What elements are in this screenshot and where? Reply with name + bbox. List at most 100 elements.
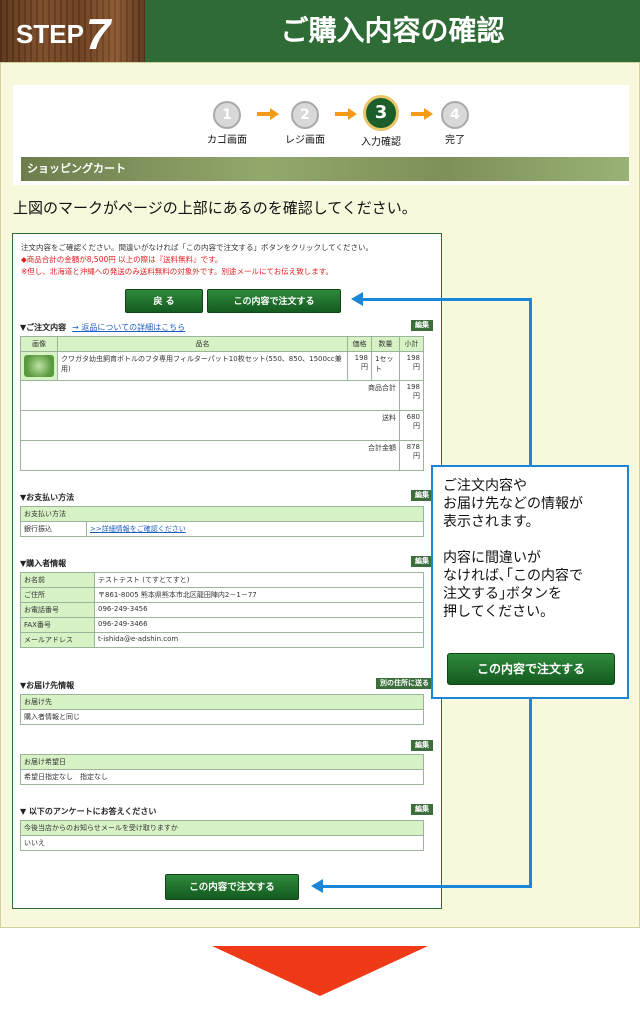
- subtotal-value: 198円: [399, 380, 424, 411]
- delivery-date-value: 希望日指定なし 指定なし: [20, 769, 424, 785]
- row-label: メールアドレス: [20, 632, 95, 648]
- delivery-header: お届け先: [20, 694, 424, 710]
- row-value: 096-249-3456: [94, 602, 424, 618]
- table-row: お名前 テストテスト (てすとてすと): [20, 572, 424, 588]
- product-name: クワガタ幼虫飼育ボトルのフタ専用フィルターパット10枚セット(550、850、1…: [57, 351, 348, 381]
- survey-question: 今後当店からのお知らせメールを受け取りますか: [20, 820, 424, 836]
- delivery-value: 購入者情報と同じ: [20, 709, 424, 725]
- progress-indicator: 1 カゴ画面 2 レジ画面 3 入力確認 4 完了 ショッピングカート: [13, 85, 629, 185]
- table-row: 商品合計 198円: [20, 380, 424, 411]
- survey-answer: いいえ: [20, 835, 424, 851]
- arrow-left-icon: [311, 879, 323, 893]
- arrow-left-icon: [351, 292, 363, 306]
- callout-box: ご注文内容や お届け先などの情報が 表示されます。 内容に間違いが なければ､｢…: [431, 465, 629, 699]
- page-header: STEP7 ご購入内容の確認: [0, 0, 640, 62]
- down-arrow-icon: [212, 946, 428, 996]
- callout-text: ご注文内容や お届け先などの情報が 表示されます。 内容に間違いが なければ､｢…: [443, 478, 583, 620]
- table-row: 合計金額 878円: [20, 440, 424, 471]
- edit-buyer-button[interactable]: 編集: [411, 556, 433, 567]
- step-label: 入力確認: [361, 137, 401, 148]
- callout-confirm-button[interactable]: この内容で注文する: [447, 653, 615, 685]
- shipping-exception-notice: ※但し、北海道と沖縄への発送のみ送料無料の対象外です。別途メールにてお伝え致しま…: [21, 267, 334, 276]
- delivery-date-table: お届け希望日 希望日指定なし 指定なし: [20, 754, 424, 785]
- product-thumbnail: [20, 351, 58, 381]
- progress-step-1: 1 カゴ画面: [197, 101, 257, 146]
- product-quantity: 1セット: [371, 351, 400, 381]
- row-value: 096-249-3466: [94, 617, 424, 633]
- step-label: レジ画面: [285, 135, 325, 146]
- payment-detail-link[interactable]: >>詳細情報をご確認ください: [90, 525, 186, 533]
- shipping-label: 送料: [20, 410, 400, 441]
- survey-table: 今後当店からのお知らせメールを受け取りますか いいえ: [20, 820, 424, 851]
- return-policy-link[interactable]: → 返品についての詳細はこちら: [72, 323, 185, 332]
- payment-heading: ▼お支払い方法: [20, 493, 75, 502]
- row-label: お電話番号: [20, 602, 95, 618]
- progress-step-4: 4 完了: [425, 101, 485, 146]
- table-row: FAX番号 096-249-3466: [20, 617, 424, 633]
- table-row: ご住所 〒861-8005 熊本県熊本市北区龍田陣内2－1－77: [20, 587, 424, 603]
- edit-order-button[interactable]: 編集: [411, 320, 433, 331]
- notice-line: 注文内容をご確認ください。間違いがなければ「この内容で注文する」ボタンをクリック…: [21, 243, 374, 252]
- row-label: ご住所: [20, 587, 95, 603]
- total-label: 合計金額: [20, 440, 400, 471]
- column-header: 数量: [371, 336, 400, 352]
- column-header: 画像: [20, 336, 58, 352]
- instruction-text: 上図のマークがページの上部にあるのを確認してください。: [13, 199, 417, 217]
- edit-payment-button[interactable]: 編集: [411, 490, 433, 501]
- buyer-table: お名前 テストテスト (てすとてすと) ご住所 〒861-8005 熊本県熊本市北区…: [20, 572, 424, 648]
- row-label: FAX番号: [20, 617, 95, 633]
- shipping-value: 680円: [399, 410, 424, 441]
- product-subtotal: 198円: [399, 351, 424, 381]
- row-value: 〒861-8005 熊本県熊本市北区龍田陣内2－1－77: [94, 587, 424, 603]
- shopping-cart-bar: ショッピングカート: [21, 157, 629, 181]
- buyer-heading: ▼購入者情報: [20, 559, 67, 568]
- edit-delivery-date-button[interactable]: 編集: [411, 740, 433, 751]
- delivery-heading: ▼お届け先情報: [20, 681, 75, 690]
- step-circle: 4: [441, 101, 469, 129]
- connector-line: [323, 885, 532, 888]
- survey-heading: ▼ 以下のアンケートにお答えください: [20, 807, 157, 816]
- confirm-order-button[interactable]: この内容で注文する: [207, 289, 341, 313]
- connector-line: [363, 298, 532, 301]
- confirm-order-button-bottom[interactable]: この内容で注文する: [165, 874, 299, 900]
- order-confirmation-screenshot: 注文内容をご確認ください。間違いがなければ「この内容で注文する」ボタンをクリック…: [12, 233, 442, 909]
- notice: 注文内容をご確認ください。間違いがなければ「この内容で注文する」ボタンをクリック…: [21, 242, 373, 278]
- free-shipping-notice: ◆商品合計の金額が8,500円 以上の際は『送料無料』です。: [21, 255, 223, 264]
- edit-survey-button[interactable]: 編集: [411, 804, 433, 815]
- payment-method: 銀行振込: [20, 521, 87, 537]
- step-circle: 2: [291, 101, 319, 129]
- subtotal-label: 商品合計: [20, 380, 400, 411]
- delivery-date-header: お届け希望日: [20, 754, 424, 770]
- column-header: 品名: [57, 336, 348, 352]
- step-circle: 1: [213, 101, 241, 129]
- order-table: 画像 品名 価格 数量 小計 クワガタ幼虫飼育ボトルのフタ専用フィルターパット1…: [20, 336, 424, 471]
- table-row: メールアドレス t-ishida@e-adshin.com: [20, 632, 424, 648]
- step-circle-active: 3: [363, 95, 399, 131]
- row-label: お名前: [20, 572, 95, 588]
- main-panel: 1 カゴ画面 2 レジ画面 3 入力確認 4 完了 ショッピングカート 上図のマ…: [0, 62, 640, 928]
- step-label: カゴ画面: [207, 135, 247, 146]
- column-header: 価格: [347, 336, 372, 352]
- send-to-other-address-button[interactable]: 別の住所に送る: [376, 678, 433, 689]
- row-value: t-ishida@e-adshin.com: [94, 632, 424, 648]
- step-badge: STEP7: [0, 0, 145, 62]
- table-row: 送料 680円: [20, 410, 424, 441]
- table-row: お電話番号 096-249-3456: [20, 602, 424, 618]
- table-row: クワガタ幼虫飼育ボトルのフタ専用フィルターパット10枚セット(550、850、1…: [20, 351, 424, 381]
- product-price: 198円: [347, 351, 372, 381]
- total-value: 878円: [399, 440, 424, 471]
- step-label: 完了: [445, 135, 465, 146]
- order-heading: ▼ご注文内容 → 返品についての詳細はこちら: [20, 323, 186, 332]
- page-title: ご購入内容の確認: [280, 14, 505, 47]
- payment-header: お支払い方法: [20, 506, 424, 522]
- delivery-table: お届け先 購入者情報と同じ: [20, 694, 424, 725]
- row-value: テストテスト (てすとてすと): [94, 572, 424, 588]
- payment-table: お支払い方法 銀行振込 >>詳細情報をご確認ください: [20, 506, 424, 537]
- progress-step-3: 3 入力確認: [351, 95, 411, 148]
- back-button[interactable]: 戻 る: [125, 289, 203, 313]
- step-label: STEP7: [16, 10, 111, 59]
- progress-step-2: 2 レジ画面: [275, 101, 335, 146]
- connector-line: [529, 298, 532, 465]
- connector-line: [529, 699, 532, 887]
- column-header: 小計: [399, 336, 424, 352]
